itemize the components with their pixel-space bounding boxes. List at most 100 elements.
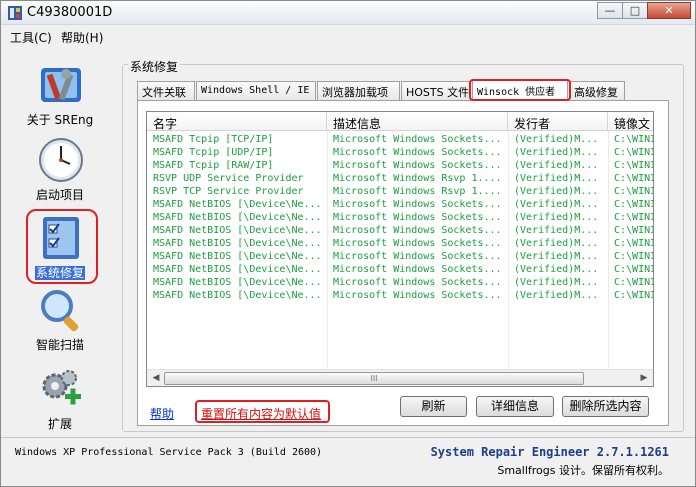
group-label: 系统修复 <box>128 58 181 75</box>
cell-publisher: (Verified)M... <box>514 225 599 236</box>
sidebar-item-label: 启动项目 <box>35 188 84 202</box>
close-button[interactable]: ✕ <box>647 2 691 19</box>
tab-browser-addons[interactable]: 浏览器加载项 <box>317 81 400 100</box>
table-row[interactable]: MSAFD NetBIOS [\Device\Ne... Microsoft Wi… <box>147 238 653 251</box>
table-row[interactable]: MSAFD NetBIOS [\Device\Ne... Microsoft Wi… <box>147 251 653 264</box>
product-version-text: System Repair Engineer 2.7.1.1261 <box>430 445 669 459</box>
list-header: 名字 描述信息 发行者 镜像文 <box>147 112 653 131</box>
help-link[interactable]: 帮助 <box>150 405 174 422</box>
os-version-text: Windows XP Professional Service Pack 3 (… <box>15 447 323 458</box>
cell-name: MSAFD NetBIOS [\Device\Ne... <box>153 290 322 301</box>
cell-name: MSAFD Tcpip [TCP/IP] <box>153 134 274 145</box>
cell-image-path: C:\WINI <box>614 264 654 275</box>
sidebar-item-label: 关于 SREng <box>26 113 94 127</box>
cell-name: MSAFD NetBIOS [\Device\Ne... <box>153 251 322 262</box>
table-row[interactable]: MSAFD NetBIOS [\Device\Ne... Microsoft Wi… <box>147 225 653 238</box>
cell-description: Microsoft Windows Sockets... <box>333 251 502 262</box>
gears-plus-icon <box>42 370 81 405</box>
horizontal-scrollbar[interactable]: ◀ III ▶ <box>147 369 653 386</box>
cell-description: Microsoft Windows Sockets... <box>333 134 502 145</box>
magnifier-icon <box>41 290 79 332</box>
table-row[interactable]: MSAFD Tcpip [UDP/IP] Microsoft Windows So… <box>147 147 653 160</box>
sidebar-item-repair[interactable]: 系统修复 <box>15 211 105 283</box>
cell-publisher: (Verified)M... <box>514 212 599 223</box>
sidebar-item-label: 系统修复 <box>34 266 85 280</box>
menu-tools[interactable]: 工具(C) <box>10 29 52 46</box>
scroll-right-arrow-icon[interactable]: ▶ <box>637 372 651 385</box>
cell-image-path: C:\WINI <box>614 251 654 262</box>
scroll-left-arrow-icon[interactable]: ◀ <box>149 372 163 385</box>
table-row[interactable]: MSAFD NetBIOS [\Device\Ne... Microsoft Wi… <box>147 199 653 212</box>
tab-windows-shell-ie[interactable]: Windows Shell / IE <box>196 81 316 100</box>
title-bar[interactable]: C49380001D — □ ✕ <box>1 1 695 25</box>
sidebar-item-startup[interactable]: 启动项目 <box>15 134 105 204</box>
table-row[interactable]: RSVP UDP Service Provider Microsoft Windo… <box>147 173 653 186</box>
cell-publisher: (Verified)M... <box>514 186 599 197</box>
cell-image-path: C:\WINI <box>614 186 654 197</box>
winsock-list[interactable]: 名字 描述信息 发行者 镜像文 MSAFD Tcpip [TCP/IP] Micr… <box>146 111 654 387</box>
window-controls: — □ ✕ <box>597 2 691 19</box>
column-header-image[interactable]: 镜像文 <box>608 112 653 131</box>
table-row[interactable]: MSAFD Tcpip [RAW/IP] Microsoft Windows So… <box>147 160 653 173</box>
cell-description: Microsoft Windows Sockets... <box>333 225 502 236</box>
table-row[interactable]: MSAFD NetBIOS [\Device\Ne... Microsoft Wi… <box>147 264 653 277</box>
table-row[interactable]: MSAFD NetBIOS [\Device\Ne... Microsoft Wi… <box>147 277 653 290</box>
sidebar-item-about[interactable]: 关于 SREng <box>15 54 105 129</box>
tools-icon <box>41 68 81 102</box>
refresh-button[interactable]: 刷新 <box>400 396 467 417</box>
cell-description: Microsoft Windows Rsvp 1.... <box>333 186 502 197</box>
cell-description: Microsoft Windows Sockets... <box>333 147 502 158</box>
cell-publisher: (Verified)M... <box>514 147 599 158</box>
column-header-publisher[interactable]: 发行者 <box>508 112 608 131</box>
cell-name: MSAFD NetBIOS [\Device\Ne... <box>153 225 322 236</box>
cell-image-path: C:\WINI <box>614 238 654 249</box>
cell-description: Microsoft Windows Sockets... <box>333 212 502 223</box>
cell-image-path: C:\WINI <box>614 290 654 301</box>
cell-image-path: C:\WINI <box>614 134 654 145</box>
sidebar-item-label: 智能扫描 <box>35 338 84 352</box>
cell-image-path: C:\WINI <box>614 173 654 184</box>
cell-publisher: (Verified)M... <box>514 277 599 288</box>
cell-description: Microsoft Windows Sockets... <box>333 290 502 301</box>
cell-publisher: (Verified)M... <box>514 134 599 145</box>
table-row[interactable]: MSAFD Tcpip [TCP/IP] Microsoft Windows So… <box>147 134 653 147</box>
app-icon <box>8 6 22 20</box>
tab-file-association[interactable]: 文件关联 <box>137 81 195 100</box>
delete-selected-button[interactable]: 删除所选内容 <box>562 396 649 417</box>
table-row[interactable]: RSVP TCP Service Provider Microsoft Windo… <box>147 186 653 199</box>
cell-publisher: (Verified)M... <box>514 160 599 171</box>
sidebar-item-scan[interactable]: 智能扫描 <box>15 286 105 356</box>
minimize-button[interactable]: — <box>597 2 623 19</box>
status-bar: Windows XP Professional Service Pack 3 (… <box>1 437 695 486</box>
cell-name: MSAFD NetBIOS [\Device\Ne... <box>153 212 322 223</box>
column-header-description[interactable]: 描述信息 <box>327 112 508 131</box>
column-header-name[interactable]: 名字 <box>147 112 327 131</box>
main-window: C49380001D — □ ✕ 工具(C) 帮助(H) 关于 SREng 启动… <box>0 0 696 487</box>
menu-help[interactable]: 帮助(H) <box>61 29 103 46</box>
cell-name: MSAFD NetBIOS [\Device\Ne... <box>153 277 322 288</box>
sidebar-item-label: 扩展 <box>47 417 72 431</box>
cell-description: Microsoft Windows Rsvp 1.... <box>333 173 502 184</box>
sidebar-item-extend[interactable]: 扩展 <box>15 362 105 434</box>
cell-name: MSAFD NetBIOS [\Device\Ne... <box>153 199 322 210</box>
details-button[interactable]: 详细信息 <box>476 396 554 417</box>
cell-publisher: (Verified)M... <box>514 251 599 262</box>
clock-icon <box>39 138 83 182</box>
cell-name: MSAFD NetBIOS [\Device\Ne... <box>153 238 322 249</box>
cell-description: Microsoft Windows Sockets... <box>333 238 502 249</box>
table-row[interactable]: MSAFD NetBIOS [\Device\Ne... Microsoft Wi… <box>147 290 653 303</box>
maximize-button[interactable]: □ <box>622 2 648 19</box>
clipboard-check-icon <box>43 217 79 259</box>
tab-hosts-file[interactable]: HOSTS 文件 <box>401 81 471 100</box>
cell-description: Microsoft Windows Sockets... <box>333 277 502 288</box>
cell-publisher: (Verified)M... <box>514 173 599 184</box>
table-row[interactable]: MSAFD NetBIOS [\Device\Ne... Microsoft Wi… <box>147 212 653 225</box>
window-title: C49380001D <box>27 5 113 20</box>
tab-advanced-repair[interactable]: 高级修复 <box>569 81 625 100</box>
cell-image-path: C:\WINI <box>614 199 654 210</box>
copyright-text: Smallfrogs 设计。保留所有权利。 <box>497 464 669 477</box>
menu-bar: 工具(C) 帮助(H) <box>1 26 695 46</box>
scroll-thumb[interactable]: III <box>164 372 584 385</box>
highlight-box-winsock <box>469 79 571 101</box>
cell-description: Microsoft Windows Sockets... <box>333 199 502 210</box>
